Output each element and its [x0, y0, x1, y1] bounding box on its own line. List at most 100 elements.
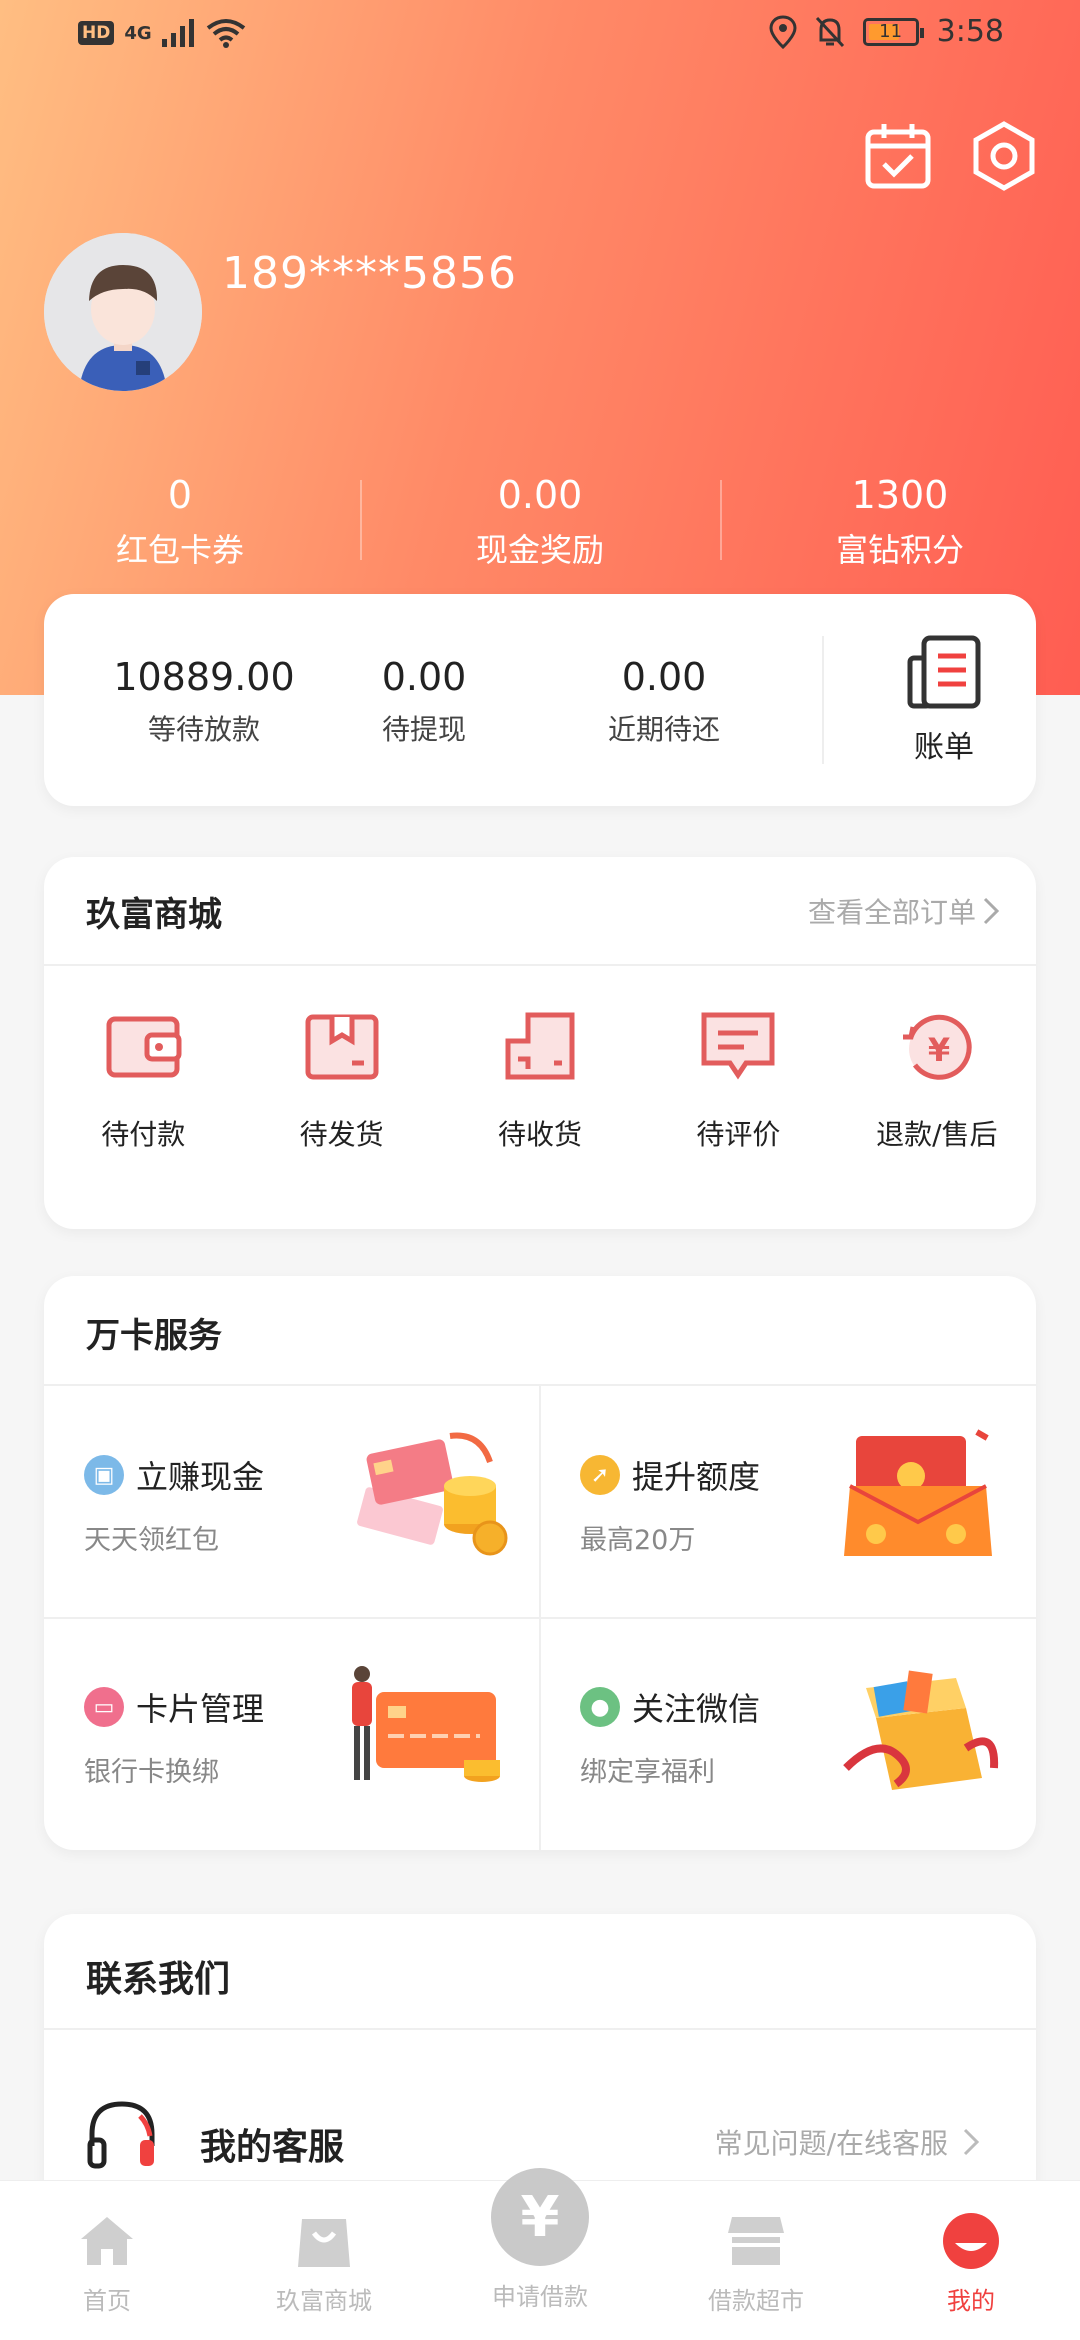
calendar-check-icon[interactable] — [862, 120, 934, 192]
svg-text:¥: ¥ — [928, 1031, 950, 1069]
loan-summary-card: 10889.00 等待放款 0.00 待提现 0.00 近期待还 账单 — [44, 594, 1036, 806]
mute-bell-icon — [815, 16, 844, 47]
service-subtitle: 绑定享福利 — [580, 1757, 715, 1788]
service-earn-cash[interactable]: ▣ 立赚现金 天天领红包 — [44, 1386, 540, 1618]
order-pending-review[interactable]: 待评价 — [639, 1007, 837, 1153]
service-subtitle: 最高20万 — [580, 1525, 696, 1556]
services-grid: ▣ 立赚现金 天天领红包 ➚ 提升额度 最高20万 ▭ 卡片管理 银行卡换绑 ●… — [44, 1386, 1036, 1850]
avatar-illustration — [44, 233, 202, 391]
hd-indicator: HD — [78, 21, 115, 45]
service-title: 关注微信 — [632, 1690, 761, 1728]
service-title: 提升额度 — [632, 1458, 761, 1496]
profile-icon — [943, 2213, 999, 2269]
service-title: 卡片管理 — [136, 1690, 265, 1728]
loan-value: 0.00 — [381, 655, 467, 699]
tab-label: 玖富商城 — [276, 2287, 372, 2315]
service-follow-wechat[interactable]: ● 关注微信 绑定享福利 — [540, 1618, 1036, 1850]
stat-label: 红包卡券 — [115, 531, 244, 569]
stat-label: 富钻积分 — [835, 531, 964, 569]
wallet-icon — [106, 1016, 182, 1078]
loan-pending-disbursement[interactable]: 10889.00 等待放款 — [84, 649, 324, 755]
service-link-label: 常见问题/在线客服 — [714, 2127, 948, 2160]
order-pending-shipment[interactable]: 待发货 — [242, 1007, 440, 1153]
yuan-icon[interactable]: ¥ — [491, 2168, 589, 2266]
tab-mall[interactable]: 玖富商城 — [239, 2209, 409, 2316]
red-envelope-illustration — [844, 1429, 992, 1556]
location-icon — [769, 14, 797, 49]
order-pending-receipt[interactable]: 待收货 — [441, 1007, 639, 1153]
service-subtitle: 天天领红包 — [84, 1525, 219, 1556]
order-label: 待发货 — [299, 1118, 384, 1151]
card-icon: ▭ — [84, 1687, 124, 1727]
divider — [44, 964, 1036, 966]
service-card-management[interactable]: ▭ 卡片管理 银行卡换绑 — [44, 1618, 540, 1850]
loan-value: 10889.00 — [113, 655, 295, 699]
customer-service-title: 我的客服 — [200, 2127, 345, 2168]
tab-apply-loan[interactable]: 申请借款 — [455, 2277, 625, 2312]
mall-title: 玖富商城 — [86, 895, 222, 935]
tab-label: 申请借款 — [492, 2283, 588, 2311]
store-icon — [728, 2217, 784, 2265]
chevron-right-icon — [963, 2128, 980, 2156]
contact-title: 联系我们 — [86, 1959, 231, 2000]
divider — [822, 636, 824, 764]
battery-indicator: 11 — [862, 17, 924, 46]
bill-label: 账单 — [914, 730, 974, 765]
battery-level: 11 — [879, 21, 903, 42]
tab-label: 我的 — [947, 2287, 995, 2315]
order-label: 待评价 — [696, 1118, 781, 1151]
box-icon — [305, 1014, 379, 1080]
wifi-icon — [206, 19, 245, 48]
arrow-up-icon: ➚ — [580, 1455, 620, 1495]
bank-card-illustration — [352, 1666, 500, 1782]
user-phone: 189****5856 — [222, 248, 517, 299]
gift-icon: ▣ — [84, 1455, 124, 1495]
faq-online-service-link[interactable]: 常见问题/在线客服 — [715, 2122, 980, 2162]
refund-icon: ¥ — [902, 1014, 972, 1080]
view-all-orders-link[interactable]: 查看全部订单 — [808, 891, 1000, 931]
avatar[interactable] — [44, 233, 202, 391]
chevron-right-icon — [983, 897, 1000, 925]
stat-label: 现金奖励 — [475, 531, 604, 569]
order-label: 待收货 — [498, 1118, 583, 1151]
stat-value: 1300 — [851, 473, 949, 517]
shopping-bag-icon — [298, 2219, 350, 2267]
stat-value: 0.00 — [497, 473, 583, 517]
order-label: 退款/售后 — [876, 1118, 998, 1151]
clock: 3:58 — [936, 14, 1004, 49]
stat-coupons[interactable]: 0 红包卡券 — [0, 465, 360, 585]
tab-label: 借款超市 — [708, 2287, 804, 2315]
tab-loan-market[interactable]: 借款超市 — [671, 2209, 841, 2316]
headset-icon — [87, 2101, 155, 2169]
loan-label: 近期待还 — [607, 713, 720, 746]
order-pending-payment[interactable]: 待付款 — [44, 1007, 242, 1153]
bill-icon — [907, 635, 981, 709]
settings-icon[interactable] — [968, 120, 1040, 192]
service-raise-limit[interactable]: ➚ 提升额度 最高20万 — [540, 1386, 1036, 1618]
status-bar: HD 4G 11 3:58 — [0, 0, 1080, 72]
order-refund-aftersales[interactable]: ¥ 退款/售后 — [838, 1007, 1036, 1153]
stat-value: 0 — [167, 473, 193, 517]
gift-box-illustration — [843, 1670, 999, 1790]
tab-mine[interactable]: 我的 — [886, 2209, 1056, 2316]
stat-cash-reward[interactable]: 0.00 现金奖励 — [360, 465, 720, 585]
service-subtitle: 银行卡换绑 — [84, 1757, 219, 1788]
coins-card-illustration — [357, 1432, 508, 1556]
mall-card: 玖富商城 查看全部订单 待付款 待发货 待收货 待评价 ¥ 退款/售后 — [44, 857, 1036, 1229]
view-all-label: 查看全部订单 — [807, 896, 976, 929]
loan-label: 等待放款 — [147, 713, 260, 746]
tab-label: 首页 — [83, 2287, 131, 2315]
services-card: 万卡服务 ▣ 立赚现金 天天领红包 ➚ 提升额度 最高20万 ▭ 卡片管理 银行… — [44, 1276, 1036, 1850]
reward-stats: 0 红包卡券 0.00 现金奖励 1300 富钻积分 — [0, 465, 1080, 585]
wechat-icon: ● — [580, 1687, 620, 1727]
loan-upcoming-repayment[interactable]: 0.00 近期待还 — [574, 649, 754, 755]
stat-points[interactable]: 1300 富钻积分 — [720, 465, 1080, 585]
loan-label: 待提现 — [381, 713, 466, 746]
network-type: 4G — [124, 22, 152, 44]
loan-pending-withdrawal[interactable]: 0.00 待提现 — [344, 649, 504, 755]
order-status-row: 待付款 待发货 待收货 待评价 ¥ 退款/售后 — [44, 1007, 1036, 1153]
signal-icon — [161, 19, 194, 47]
bill-button[interactable]: 账单 — [884, 634, 1004, 766]
home-icon — [81, 2217, 133, 2265]
tab-home[interactable]: 首页 — [22, 2209, 192, 2316]
